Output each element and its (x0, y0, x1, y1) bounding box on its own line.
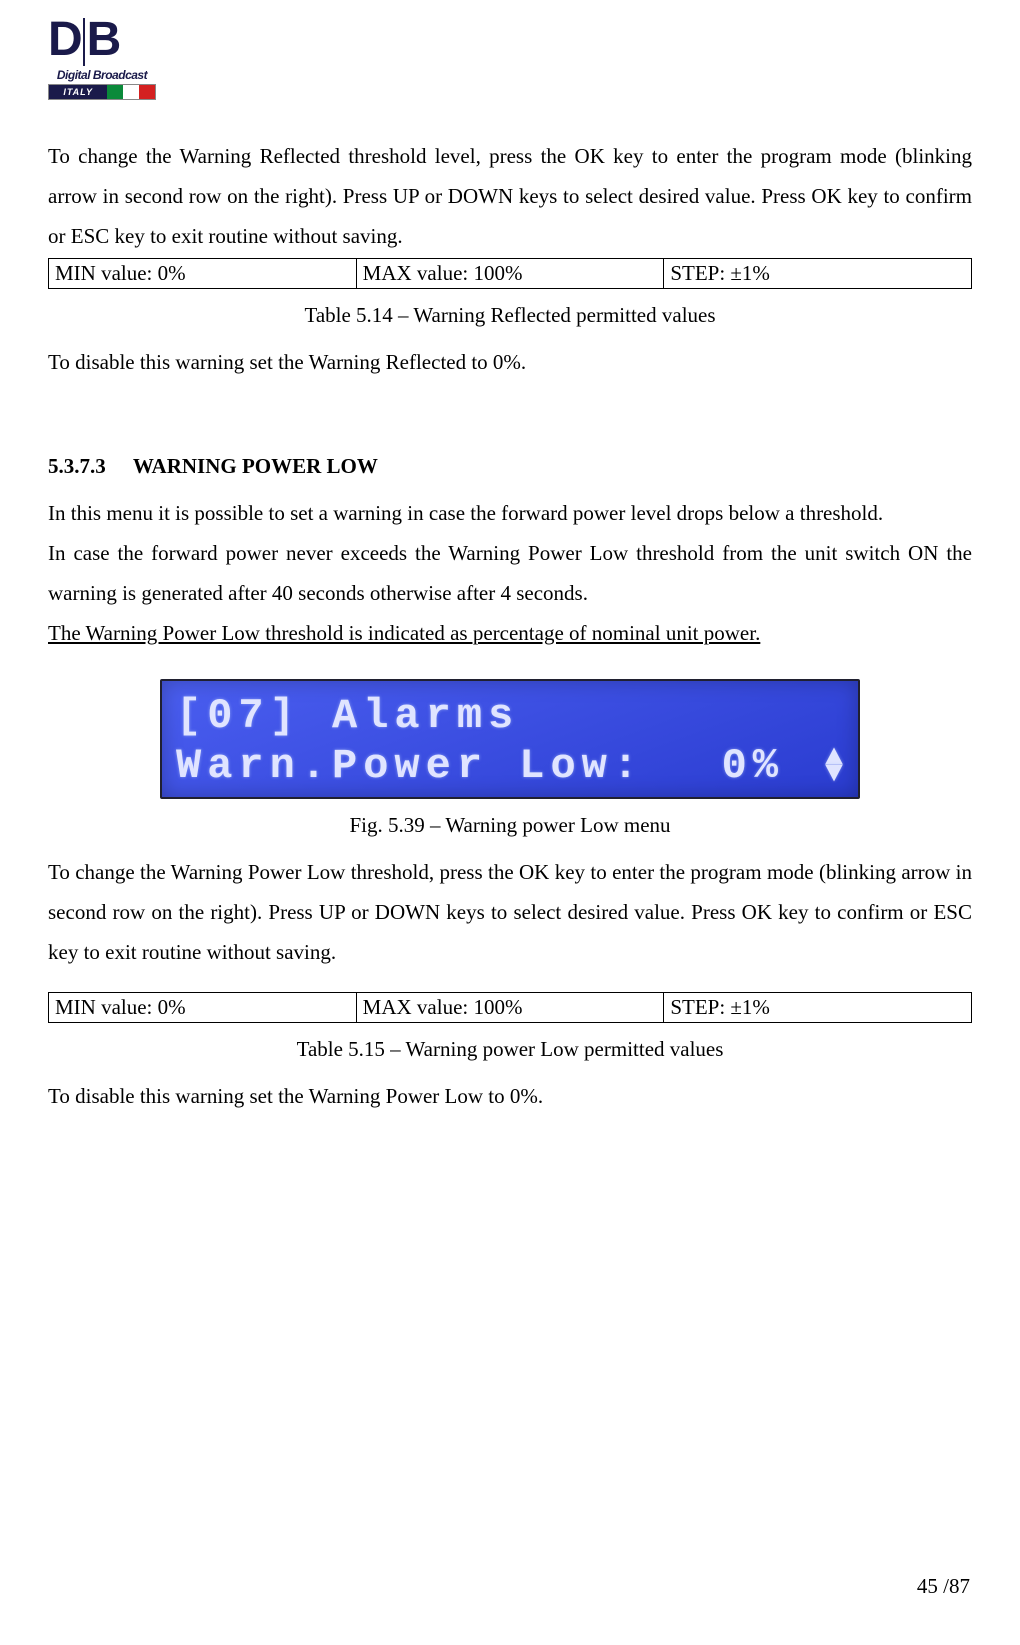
cell-step: STEP: ±1% (664, 259, 972, 289)
lcd-row-2: Warn.Power Low: 0% ▲▼ (176, 741, 844, 791)
logo-letters: DB (48, 18, 156, 66)
paragraph-threshold-note: The Warning Power Low threshold is indic… (48, 613, 972, 653)
paragraph-menu-intro: In this menu it is possible to set a war… (48, 493, 972, 533)
paragraph-delay: In case the forward power never exceeds … (48, 533, 972, 613)
table-warning-reflected-values: MIN value: 0% MAX value: 100% STEP: ±1% (48, 258, 972, 289)
logo: DB Digital Broadcast ITALY (48, 18, 156, 100)
lcd-row-2-label: Warn.Power Low: (176, 741, 644, 791)
paragraph-warning-reflected-change: To change the Warning Reflected threshol… (48, 136, 972, 256)
lcd-row-1-text: [07] Alarms (176, 691, 519, 741)
logo-flag-label: ITALY (49, 85, 107, 99)
figure-caption-5-39: Fig. 5.39 – Warning power Low menu (48, 813, 972, 838)
cell-min: MIN value: 0% (49, 259, 357, 289)
section-number: 5.3.7.3 (48, 454, 128, 479)
paragraph-power-low-change: To change the Warning Power Low threshol… (48, 852, 972, 972)
cell-min: MIN value: 0% (49, 993, 357, 1023)
table-power-low-values: MIN value: 0% MAX value: 100% STEP: ±1% (48, 992, 972, 1023)
lcd-row-1: [07] Alarms (176, 691, 844, 741)
cell-max: MAX value: 100% (356, 993, 664, 1023)
lcd-screen: [07] Alarms Warn.Power Low: 0% ▲▼ (160, 679, 860, 799)
lcd-row-2-value: 0% (644, 741, 824, 791)
page: DB Digital Broadcast ITALY To change the… (0, 0, 1020, 1645)
paragraph-disable-power-low: To disable this warning set the Warning … (48, 1076, 972, 1116)
paragraph-disable-reflected: To disable this warning set the Warning … (48, 342, 972, 382)
page-number: 45 /87 (917, 1574, 970, 1599)
table-caption-5-15: Table 5.15 – Warning power Low permitted… (48, 1037, 972, 1062)
cell-step: STEP: ±1% (664, 993, 972, 1023)
section-title: WARNING POWER LOW (133, 454, 378, 478)
logo-subtitle: Digital Broadcast (48, 68, 156, 82)
logo-flag-icon: ITALY (48, 84, 156, 100)
lcd-figure: [07] Alarms Warn.Power Low: 0% ▲▼ (160, 679, 860, 799)
section-heading: 5.3.7.3 WARNING POWER LOW (48, 454, 972, 479)
cell-max: MAX value: 100% (356, 259, 664, 289)
table-caption-5-14: Table 5.14 – Warning Reflected permitted… (48, 303, 972, 328)
updown-arrow-icon: ▲▼ (824, 748, 844, 784)
